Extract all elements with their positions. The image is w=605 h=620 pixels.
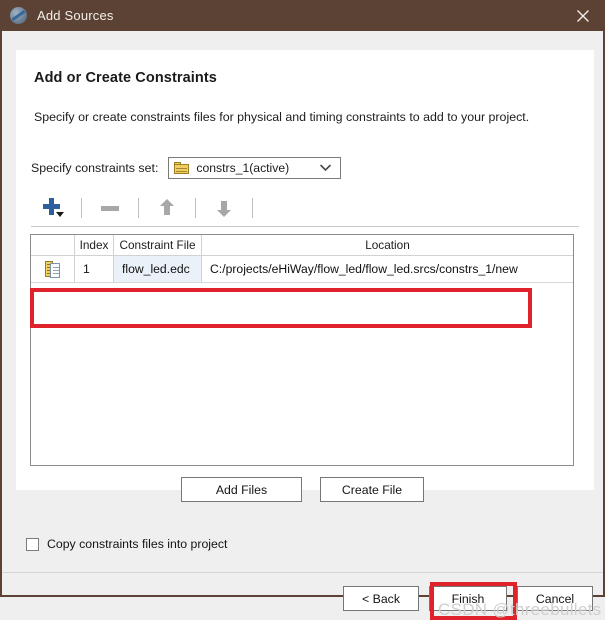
column-header-constraint-file[interactable]: Constraint File bbox=[114, 235, 202, 255]
arrow-down-icon bbox=[215, 198, 233, 218]
column-header-location[interactable]: Location bbox=[202, 235, 573, 255]
cell-constraint-file: flow_led.edc bbox=[114, 256, 202, 282]
file-action-buttons: Add Files Create File bbox=[2, 477, 603, 502]
move-down-button[interactable] bbox=[202, 193, 246, 223]
toolbar-underline bbox=[31, 226, 579, 227]
table-header: Index Constraint File Location bbox=[31, 235, 573, 256]
copy-constraints-checkbox[interactable] bbox=[26, 537, 39, 551]
toolbar-separator bbox=[138, 198, 139, 218]
constraints-set-label: Specify constraints set: bbox=[31, 161, 159, 175]
create-file-button[interactable]: Create File bbox=[320, 477, 424, 502]
column-header-icon[interactable] bbox=[31, 235, 75, 255]
footer-buttons: < Back Finish Cancel bbox=[343, 586, 593, 611]
toolbar-separator bbox=[195, 198, 196, 218]
constraint-file-icon bbox=[31, 256, 75, 282]
constraints-set-value: constrs_1(active) bbox=[196, 161, 290, 175]
sources-toolbar bbox=[31, 190, 579, 226]
finish-button[interactable]: Finish bbox=[429, 586, 507, 611]
add-sources-button[interactable] bbox=[31, 193, 75, 223]
close-icon[interactable] bbox=[561, 0, 605, 31]
add-files-button[interactable]: Add Files bbox=[181, 477, 302, 502]
move-up-button[interactable] bbox=[145, 193, 189, 223]
cell-index: 1 bbox=[75, 256, 114, 282]
add-sources-dialog: Add Sources Add or Create Constraints Sp… bbox=[0, 0, 605, 620]
copy-constraints-label: Copy constraints files into project bbox=[47, 537, 228, 551]
dialog-body: Add or Create Constraints Specify or cre… bbox=[2, 31, 603, 620]
window-title: Add Sources bbox=[37, 8, 114, 23]
remove-sources-button[interactable] bbox=[88, 193, 132, 223]
column-header-index[interactable]: Index bbox=[75, 235, 114, 255]
cell-location: C:/projects/eHiWay/flow_led/flow_led.src… bbox=[210, 262, 518, 276]
app-globe-icon bbox=[10, 7, 27, 24]
content-panel: Add or Create Constraints Specify or cre… bbox=[16, 50, 594, 490]
toolbar-separator bbox=[252, 198, 253, 218]
constraint-files-table[interactable]: Index Constraint File Location 1 flow_le… bbox=[30, 234, 574, 466]
toolbar-separator bbox=[81, 198, 82, 218]
close-glyph bbox=[577, 9, 589, 22]
arrow-up-icon bbox=[158, 198, 176, 218]
page-title: Add or Create Constraints bbox=[34, 70, 217, 86]
window-titlebar[interactable]: Add Sources bbox=[0, 0, 605, 31]
page-subtitle: Specify or create constraints files for … bbox=[34, 110, 530, 124]
constraints-set-dropdown[interactable]: constrs_1(active) bbox=[168, 157, 342, 179]
constraints-set-row: Specify constraints set: constrs_1(activ… bbox=[31, 157, 342, 179]
cancel-button[interactable]: Cancel bbox=[517, 586, 593, 611]
copy-constraints-row[interactable]: Copy constraints files into project bbox=[26, 537, 227, 551]
minus-icon bbox=[101, 205, 119, 211]
back-button[interactable]: < Back bbox=[343, 586, 419, 611]
table-row[interactable]: 1 flow_led.edc C:/projects/eHiWay/flow_l… bbox=[31, 256, 573, 283]
footer-separator bbox=[2, 572, 603, 573]
folder-icon bbox=[174, 162, 190, 174]
plus-icon bbox=[42, 198, 64, 218]
chevron-down-icon bbox=[320, 164, 332, 172]
document-icon bbox=[45, 260, 60, 278]
table-body: 1 flow_led.edc C:/projects/eHiWay/flow_l… bbox=[31, 256, 573, 283]
